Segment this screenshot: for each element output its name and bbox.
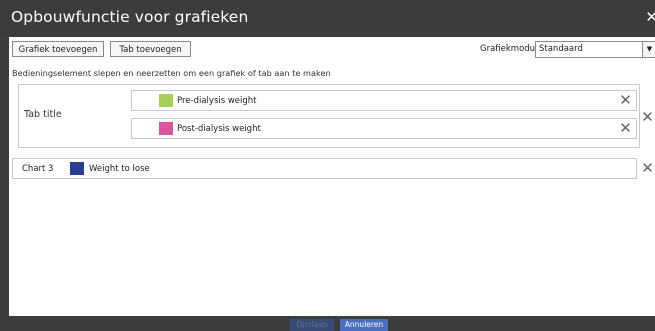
tab-series-row[interactable]: Pre-dialysis weight ✕: [131, 90, 637, 111]
series-label: Weight to lose: [89, 164, 150, 174]
chart-mode-value: Standaard: [539, 44, 583, 54]
series-label: Pre-dialysis weight: [177, 96, 257, 106]
left-gutter: [0, 37, 9, 316]
instruction-text: Bedieningselement slepen en neerzetten o…: [12, 68, 331, 78]
close-icon[interactable]: ✕: [645, 8, 655, 26]
dialog-title: Opbouwfunctie voor grafieken: [11, 8, 249, 26]
chart-builder-dialog: Opbouwfunctie voor grafieken ✕ Grafiek t…: [0, 0, 655, 331]
save-button[interactable]: Opslaan: [290, 319, 334, 331]
series-color-swatch: [159, 122, 173, 135]
remove-series-icon[interactable]: ✕: [618, 93, 633, 108]
remove-chart-icon[interactable]: ✕: [640, 161, 655, 176]
remove-tab-icon[interactable]: ✕: [640, 110, 655, 125]
series-color-swatch: [159, 94, 173, 107]
series-color-swatch: [70, 162, 84, 175]
tab-title: Tab title: [24, 109, 62, 120]
chevron-down-icon[interactable]: ▼: [642, 42, 655, 57]
add-chart-button[interactable]: Grafiek toevoegen: [12, 41, 104, 57]
add-tab-button[interactable]: Tab toevoegen: [110, 41, 191, 57]
series-label: Post-dialysis weight: [177, 124, 261, 134]
chart-mode-label: Grafiekmodus: [480, 44, 540, 54]
chart-mode-select[interactable]: Standaard ▼: [535, 41, 655, 58]
tab-series-row[interactable]: Post-dialysis weight ✕: [131, 118, 637, 139]
cancel-button[interactable]: Annuleren: [340, 319, 388, 331]
chart-row[interactable]: Chart 3 Weight to lose: [12, 158, 637, 179]
chart-label: Chart 3: [22, 164, 54, 174]
dialog-footer: Opslaan Annuleren: [0, 316, 655, 331]
dialog-body: Grafiek toevoegen Tab toevoegen Grafiekm…: [9, 37, 655, 316]
title-bar: Opbouwfunctie voor grafieken ✕: [0, 0, 655, 37]
remove-series-icon[interactable]: ✕: [618, 121, 633, 136]
